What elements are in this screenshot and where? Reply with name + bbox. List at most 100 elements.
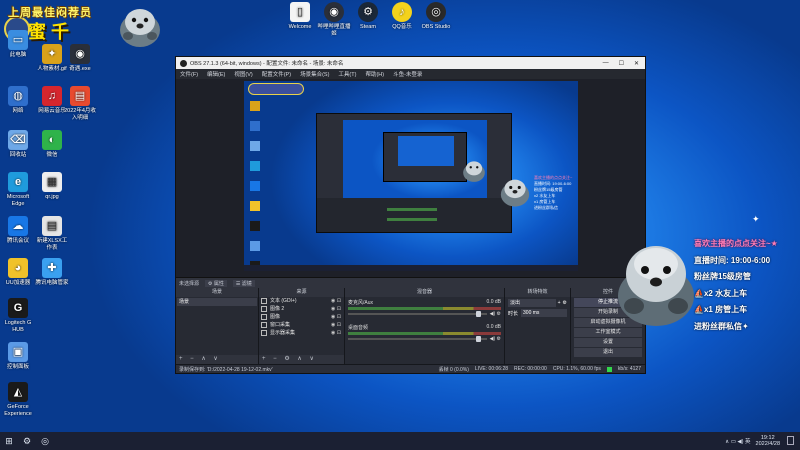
overlay-line-group: 进粉丝群私信✦ — [694, 321, 749, 331]
desktop-icon-steam[interactable]: ⚙ Steam — [350, 2, 386, 31]
source-item[interactable]: 文本 (GDI+) ◉ ⊡ — [259, 297, 344, 305]
studio-mode-button[interactable]: 工作室模式 — [574, 328, 642, 337]
speaker-icon[interactable]: ◀) ⚙ — [490, 336, 501, 342]
system-tray: ∧ ▭ ◀) 英 19:12 2022/4/28 — [725, 432, 780, 450]
source-item[interactable]: 图像 ◉ ⊡ — [259, 313, 344, 321]
speaker-icon[interactable]: ◀) ⚙ — [490, 311, 501, 317]
settings-button[interactable]: 设置 — [574, 338, 642, 347]
desktop-icon-edge[interactable]: e Microsoft Edge — [0, 172, 36, 207]
notification-icon[interactable] — [787, 436, 794, 445]
desktop-icon-qrcode[interactable]: ▦ qr.jpg — [34, 172, 70, 201]
ctrl-icon: ▣ — [8, 342, 28, 362]
desktop-icon-uu[interactable]: ◕ UU加速器 — [0, 258, 36, 287]
menu-file[interactable]: 文件(F) — [180, 70, 198, 78]
mixer-dock: 混音器 麦克风/Aux 0.0 dB ◀) ⚙ 桌面音频 0.0 dB ◀) ⚙ — [345, 288, 505, 364]
mixer-track-desktop: 桌面音频 0.0 dB ◀) ⚙ — [345, 322, 504, 342]
track-name: 麦克风/Aux — [348, 300, 374, 306]
desktop-icon-qqmusic[interactable]: ♪ QQ音乐 — [384, 2, 420, 31]
duration-input[interactable]: 300 ms — [521, 309, 567, 317]
desktop-icon-wechat[interactable]: ◐ 微信 — [34, 130, 70, 159]
desktop-icon-welcome[interactable]: ▯ Welcome — [282, 2, 318, 31]
desktop-icon-label: Microsoft Edge — [6, 194, 30, 207]
desktop-icon-qiyu[interactable]: ◉ 奇遇.exe — [62, 44, 98, 73]
track-name: 桌面音频 — [348, 325, 369, 331]
transition-gear-icon[interactable]: ⚙ — [563, 300, 567, 306]
steam-taskbar-icon[interactable]: ⚙ — [18, 432, 36, 450]
menu-tools[interactable]: 工具(T) — [338, 70, 356, 78]
desktop-icon-qqpc[interactable]: ✚ 腾讯电脑管家 — [34, 258, 70, 287]
preview-mini-icons — [248, 87, 308, 271]
menu-profile[interactable]: 配置文件(P) — [262, 70, 291, 78]
date-text: 2022/4/28 — [755, 441, 780, 447]
overlay-line-admin: ⛵x1 房管上车 — [694, 305, 748, 314]
desktop-icon-xls[interactable]: ▤ 新建XLSX工作表 — [34, 216, 70, 251]
cpu-usage: CPU: 1.1%, 60.00 fps — [552, 366, 601, 372]
desktop-icon-label: qr.jpg — [45, 194, 59, 200]
obs-menubar: 文件(F) 编辑(E) 视图(V) 配置文件(P) 场景集合(S) 工具(T) … — [176, 69, 645, 79]
net-icon: ◍ — [8, 86, 28, 106]
desktop-icon-ctrl[interactable]: ▣ 控制面板 — [0, 342, 36, 371]
obs-window[interactable]: OBS 27.1.3 (64-bit, windows) - 配置文件: 未命名… — [175, 56, 646, 374]
desktop-icon-nvidia[interactable]: ◭ GeForce Experience — [0, 382, 36, 417]
eye-icon[interactable]: ◉ ⊡ — [331, 305, 341, 313]
volume-slider[interactable] — [348, 336, 487, 342]
desktop-icon-pdf[interactable]: ▤ 2022年4月收入明细 — [62, 86, 98, 121]
volume-meter — [348, 332, 501, 335]
desktop-icon-logi[interactable]: G Logitech G HUB — [0, 298, 36, 333]
clock[interactable]: 19:12 2022/4/28 — [756, 435, 780, 447]
xls-icon: ▤ — [42, 216, 62, 236]
source-item[interactable]: 显示器采集 ◉ ⊡ — [259, 329, 344, 337]
desktop-icon-label: OBS Studio — [421, 24, 451, 30]
start-icon[interactable]: ⊞ — [0, 432, 18, 450]
properties-button[interactable]: ⚙ 属性 — [205, 279, 227, 287]
transitions-header: 转场特效 — [505, 288, 570, 297]
qqpc-icon: ✚ — [42, 258, 62, 278]
nvidia-icon: ◭ — [8, 382, 28, 402]
desktop-icon-pc[interactable]: ▭ 此电脑 — [0, 30, 36, 59]
eye-icon[interactable]: ◉ ⊡ — [331, 297, 341, 305]
mixer-header: 混音器 — [345, 288, 504, 297]
scene-item[interactable]: 场景 — [177, 298, 257, 306]
tray-icons[interactable]: ∧ ▭ ◀) 英 — [725, 437, 750, 445]
close-icon[interactable]: ✕ — [634, 60, 639, 67]
eye-icon[interactable]: ◉ ⊡ — [331, 329, 341, 337]
qiyu-icon: ◉ — [70, 44, 90, 64]
desktop-icon-label: 奇遇.exe — [69, 66, 91, 72]
no-source-label: 未选择源 — [179, 280, 200, 287]
menu-help[interactable]: 帮助(H) — [365, 70, 384, 78]
desktop-icon-label: GeForce Experience — [4, 404, 32, 417]
desktop-icon-label: UU加速器 — [5, 280, 31, 286]
menu-view[interactable]: 视图(V) — [234, 70, 252, 78]
eye-icon[interactable]: ◉ ⊡ — [331, 313, 341, 321]
obs-titlebar[interactable]: OBS 27.1.3 (64-bit, windows) - 配置文件: 未命名… — [176, 57, 645, 69]
obs-taskbar-icon[interactable]: ◎ — [36, 432, 54, 450]
rec-timer: REC: 00:00:00 — [514, 366, 547, 372]
menu-douyu[interactable]: 斗鱼-未登录 — [393, 70, 422, 78]
desktop-icon-cloud[interactable]: ☁ 腾讯会议 — [0, 216, 36, 245]
desktop-icon-obs[interactable]: ◎ OBS Studio — [418, 2, 454, 31]
steam-icon: ⚙ — [358, 2, 378, 22]
exit-button[interactable]: 退出 — [574, 348, 642, 357]
maximize-icon[interactable]: ☐ — [619, 60, 624, 67]
desktop-icon-net[interactable]: ◍ 网络 — [0, 86, 36, 115]
volume-slider[interactable] — [348, 311, 487, 317]
source-item[interactable]: 图像 2 ◉ ⊡ — [259, 305, 344, 313]
source-item[interactable]: 窗口采集 ◉ ⊡ — [259, 321, 344, 329]
minimize-icon[interactable]: — — [603, 60, 609, 67]
filters-button[interactable]: ☰ 滤镜 — [232, 279, 255, 287]
desktop-icon-bilibili[interactable]: ◉ 哔哩哔哩直播姬 — [316, 2, 352, 37]
bilibili-icon: ◉ — [324, 2, 344, 22]
logi-icon: G — [8, 298, 28, 318]
stream-health-indicator — [606, 366, 612, 372]
scenes-toolbar[interactable]: + − ∧ ∨ — [176, 355, 258, 364]
transition-select[interactable]: 淡出 — [508, 299, 556, 307]
add-transition-icon[interactable]: + — [558, 300, 561, 306]
menu-scene-collection[interactable]: 场景集合(S) — [300, 70, 329, 78]
sources-toolbar[interactable]: + − ⚙ ∧ ∨ — [259, 355, 344, 364]
menu-edit[interactable]: 编辑(E) — [207, 70, 225, 78]
welcome-icon: ▯ — [290, 2, 310, 22]
obs-preview[interactable]: 喜欢主播的点点关注~ 直播时间: 19:00-6:00 粉丝牌15级房管 x2 … — [176, 79, 645, 277]
desktop-icon-label: 微信 — [46, 152, 58, 158]
desktop-icon-recycle[interactable]: ⌫ 回收站 — [0, 130, 36, 159]
eye-icon[interactable]: ◉ ⊡ — [331, 321, 341, 329]
